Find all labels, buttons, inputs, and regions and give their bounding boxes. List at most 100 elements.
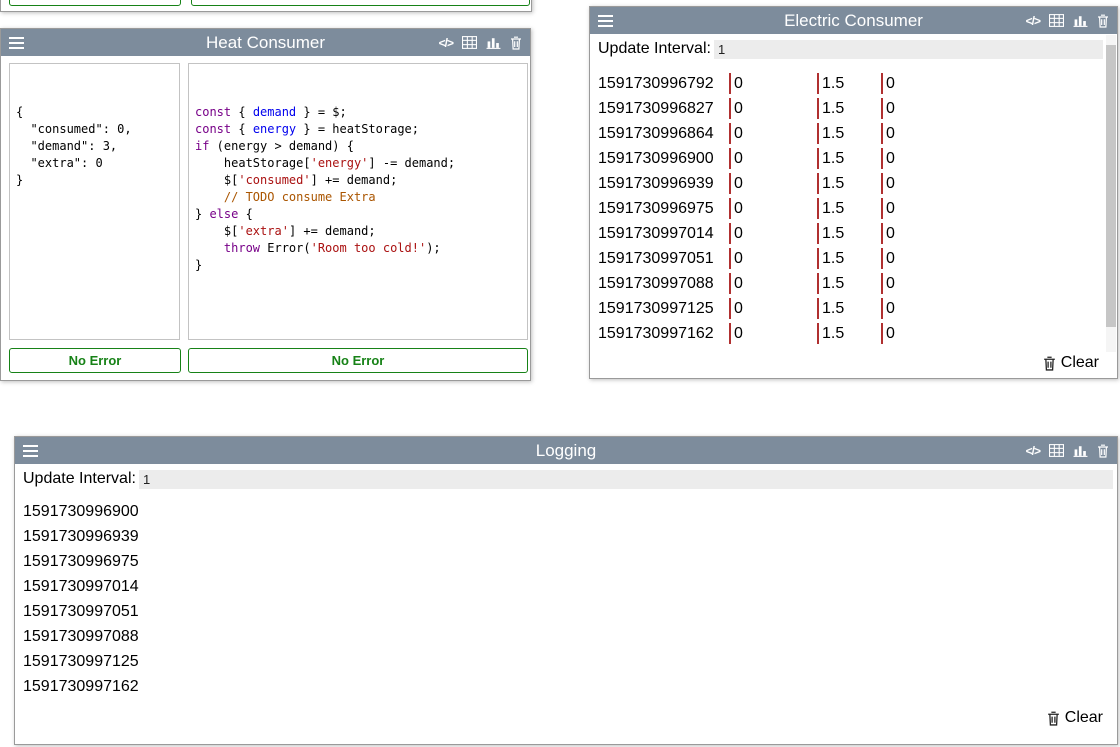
code-view-icon[interactable]: </> — [1026, 444, 1040, 458]
update-interval-label: Update Interval: — [598, 40, 711, 58]
clear-button[interactable]: Clear — [1047, 709, 1103, 727]
row-value: 0 — [729, 248, 817, 269]
menu-icon[interactable] — [23, 445, 38, 457]
no-error-button[interactable]: No Error — [191, 0, 530, 6]
log-row: 1591730997051 — [23, 599, 1107, 624]
chart-view-icon[interactable] — [486, 36, 501, 49]
row-value: 0 — [881, 148, 1103, 169]
row-value: 1.5 — [817, 148, 881, 169]
row-value: 1.5 — [817, 298, 881, 319]
row-timestamp: 1591730996900 — [598, 150, 729, 168]
no-error-button[interactable]: No Error — [9, 348, 181, 373]
row-value: 1.5 — [817, 273, 881, 294]
data-row: 159173099705101.50 — [598, 246, 1103, 271]
data-row: 159173099716201.50 — [598, 321, 1103, 346]
data-row: 159173099682701.50 — [598, 96, 1103, 121]
row-value: 0 — [881, 298, 1103, 319]
code-view-icon[interactable]: </> — [1026, 14, 1040, 28]
row-value: 0 — [881, 198, 1103, 219]
no-error-button[interactable]: No Error — [9, 0, 181, 6]
row-timestamp: 1591730997014 — [598, 225, 729, 243]
table-view-icon[interactable] — [1049, 14, 1064, 27]
row-value: 1.5 — [817, 223, 881, 244]
dashboard: No Error No Error Heat Consumer </> — [0, 0, 1120, 747]
row-value: 0 — [881, 173, 1103, 194]
data-row: 159173099679201.50 — [598, 71, 1103, 96]
state-json-content: { "consumed": 0, "demand": 3, "extra": 0… — [16, 104, 173, 189]
row-value: 0 — [729, 73, 817, 94]
code-view-icon[interactable]: </> — [439, 36, 453, 50]
update-interval-input[interactable] — [139, 470, 1113, 489]
data-row: 159173099697501.50 — [598, 196, 1103, 221]
row-value: 1.5 — [817, 98, 881, 119]
row-value: 0 — [729, 123, 817, 144]
row-timestamp: 1591730997088 — [598, 275, 729, 293]
row-timestamp: 1591730997162 — [598, 325, 729, 343]
no-error-button[interactable]: No Error — [188, 348, 528, 373]
panel-title: Logging — [15, 441, 1117, 461]
cut-off-panel: No Error No Error — [0, 0, 532, 12]
row-value: 1.5 — [817, 248, 881, 269]
chart-view-icon[interactable] — [1073, 444, 1088, 457]
menu-icon[interactable] — [598, 15, 613, 27]
log-row: 1591730996939 — [23, 524, 1107, 549]
panel-header: Logging </> — [15, 437, 1117, 464]
electric-consumer-panel: Electric Consumer </> — [589, 6, 1118, 379]
row-value: 0 — [729, 98, 817, 119]
table-view-icon[interactable] — [1049, 444, 1064, 457]
clear-label: Clear — [1065, 709, 1103, 727]
data-row: 159173099708801.50 — [598, 271, 1103, 296]
data-row: 159173099686401.50 — [598, 121, 1103, 146]
data-row: 159173099690001.50 — [598, 146, 1103, 171]
panel-header: Heat Consumer </> — [1, 29, 530, 56]
row-timestamp: 1591730997125 — [598, 300, 729, 318]
update-interval-label: Update Interval: — [23, 470, 136, 488]
row-timestamp: 1591730996792 — [598, 75, 729, 93]
log-row: 1591730997162 — [23, 674, 1107, 699]
state-json-editor[interactable]: { "consumed": 0, "demand": 3, "extra": 0… — [9, 63, 180, 340]
log-row: 1591730997014 — [23, 574, 1107, 599]
row-value: 0 — [729, 273, 817, 294]
row-value: 0 — [729, 223, 817, 244]
row-value: 0 — [729, 198, 817, 219]
row-value: 0 — [881, 73, 1103, 94]
electric-rows: 159173099679201.50159173099682701.501591… — [598, 71, 1103, 346]
data-row: 159173099701401.50 — [598, 221, 1103, 246]
row-value: 0 — [881, 98, 1103, 119]
row-value: 0 — [729, 173, 817, 194]
row-value: 1.5 — [817, 73, 881, 94]
heat-consumer-panel: Heat Consumer </> — [0, 28, 531, 381]
table-view-icon[interactable] — [462, 36, 477, 49]
menu-icon[interactable] — [9, 37, 24, 49]
chart-view-icon[interactable] — [1073, 14, 1088, 27]
clear-button[interactable]: Clear — [1043, 354, 1099, 372]
logging-rows: 1591730996900159173099693915917309969751… — [23, 499, 1107, 699]
logging-panel: Logging </> — [14, 436, 1118, 745]
row-value: 0 — [729, 323, 817, 344]
row-timestamp: 1591730996975 — [598, 200, 729, 218]
row-value: 0 — [881, 273, 1103, 294]
code-editor-content: const { demand } = $;const { energy } = … — [195, 104, 521, 274]
clear-label: Clear — [1061, 354, 1099, 372]
row-value: 0 — [881, 223, 1103, 244]
row-value: 1.5 — [817, 123, 881, 144]
row-timestamp: 1591730996864 — [598, 125, 729, 143]
trash-icon — [1043, 356, 1056, 371]
code-editor[interactable]: const { demand } = $;const { energy } = … — [188, 63, 528, 340]
update-interval-input[interactable] — [714, 40, 1103, 59]
row-timestamp: 1591730996827 — [598, 100, 729, 118]
row-timestamp: 1591730997051 — [598, 250, 729, 268]
trash-icon[interactable] — [1097, 14, 1109, 28]
row-value: 0 — [881, 323, 1103, 344]
panel-header: Electric Consumer </> — [590, 7, 1117, 34]
trash-icon[interactable] — [1097, 444, 1109, 458]
log-row: 1591730997125 — [23, 649, 1107, 674]
log-row: 1591730996900 — [23, 499, 1107, 524]
scrollbar-thumb[interactable] — [1106, 45, 1116, 327]
row-value: 1.5 — [817, 173, 881, 194]
row-timestamp: 1591730996939 — [598, 175, 729, 193]
row-value: 1.5 — [817, 323, 881, 344]
trash-icon[interactable] — [510, 36, 522, 50]
row-value: 0 — [881, 248, 1103, 269]
scrollbar[interactable] — [1106, 35, 1116, 352]
